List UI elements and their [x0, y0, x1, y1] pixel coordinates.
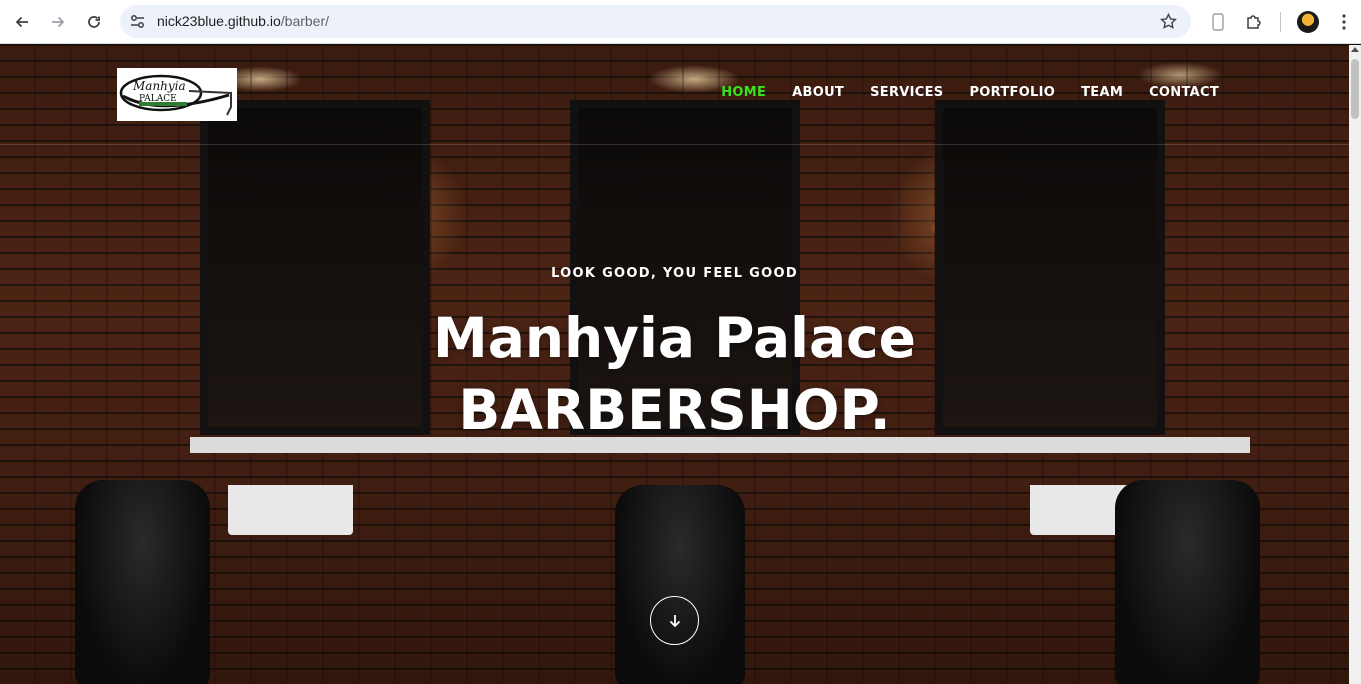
hero-title-line2: BARBERSHOP. — [458, 378, 891, 442]
more-vertical-icon — [1342, 14, 1346, 30]
phone-icon — [1212, 13, 1224, 31]
logo-image: Manhyia PALACE — [119, 74, 232, 115]
reload-icon — [88, 16, 100, 28]
nav-portfolio[interactable]: PORTFOLIO — [969, 85, 1055, 100]
hero-section: Manhyia PALACE HOME ABOUT SERVICES PORTF… — [0, 45, 1349, 684]
extensions-button[interactable] — [1240, 8, 1268, 36]
header-divider — [0, 144, 1349, 145]
arrow-down-icon — [669, 614, 680, 627]
menu-button[interactable] — [1330, 8, 1358, 36]
background-chair — [75, 480, 210, 684]
puzzle-icon — [1247, 15, 1261, 29]
scroll-down-button[interactable] — [650, 596, 699, 645]
url-path: /barber/ — [280, 13, 330, 29]
arrow-left-icon — [15, 16, 28, 28]
address-bar[interactable]: nick23blue.github.io/barber/ — [120, 5, 1191, 38]
site-logo[interactable]: Manhyia PALACE — [117, 68, 237, 121]
star-icon[interactable] — [1160, 13, 1177, 30]
forward-button[interactable] — [44, 8, 72, 36]
reload-button[interactable] — [80, 8, 108, 36]
profile-avatar[interactable] — [1297, 11, 1319, 33]
scroll-thumb[interactable] — [1351, 59, 1359, 119]
hero-title-line1: Manhyia Palace — [433, 306, 916, 370]
hero-title: Manhyia Palace BARBERSHOP. — [0, 302, 1349, 446]
tune-icon[interactable] — [129, 13, 146, 30]
page-scrollbar[interactable] — [1349, 45, 1361, 684]
nav-team[interactable]: TEAM — [1081, 85, 1123, 100]
browser-toolbar: nick23blue.github.io/barber/ — [0, 0, 1361, 44]
hero-tagline: LOOK GOOD, YOU FEEL GOOD — [551, 266, 798, 281]
background-chair — [1115, 480, 1260, 684]
background-chair — [615, 485, 745, 684]
background-sink — [228, 485, 353, 535]
svg-text:Manhyia: Manhyia — [132, 79, 186, 93]
nav-home[interactable]: HOME — [721, 85, 766, 100]
url-host: nick23blue.github.io — [157, 13, 281, 29]
main-nav: HOME ABOUT SERVICES PORTFOLIO TEAM CONTA… — [695, 85, 1219, 100]
nav-about[interactable]: ABOUT — [792, 85, 844, 100]
back-button[interactable] — [8, 8, 36, 36]
url-text: nick23blue.github.io/barber/ — [157, 13, 329, 29]
nav-services[interactable]: SERVICES — [870, 85, 943, 100]
scroll-up-arrow[interactable] — [1351, 47, 1359, 52]
nav-contact[interactable]: CONTACT — [1149, 85, 1219, 100]
toolbar-separator — [1280, 12, 1281, 32]
arrow-right-icon — [52, 16, 65, 28]
reading-mode-button[interactable] — [1204, 8, 1232, 36]
